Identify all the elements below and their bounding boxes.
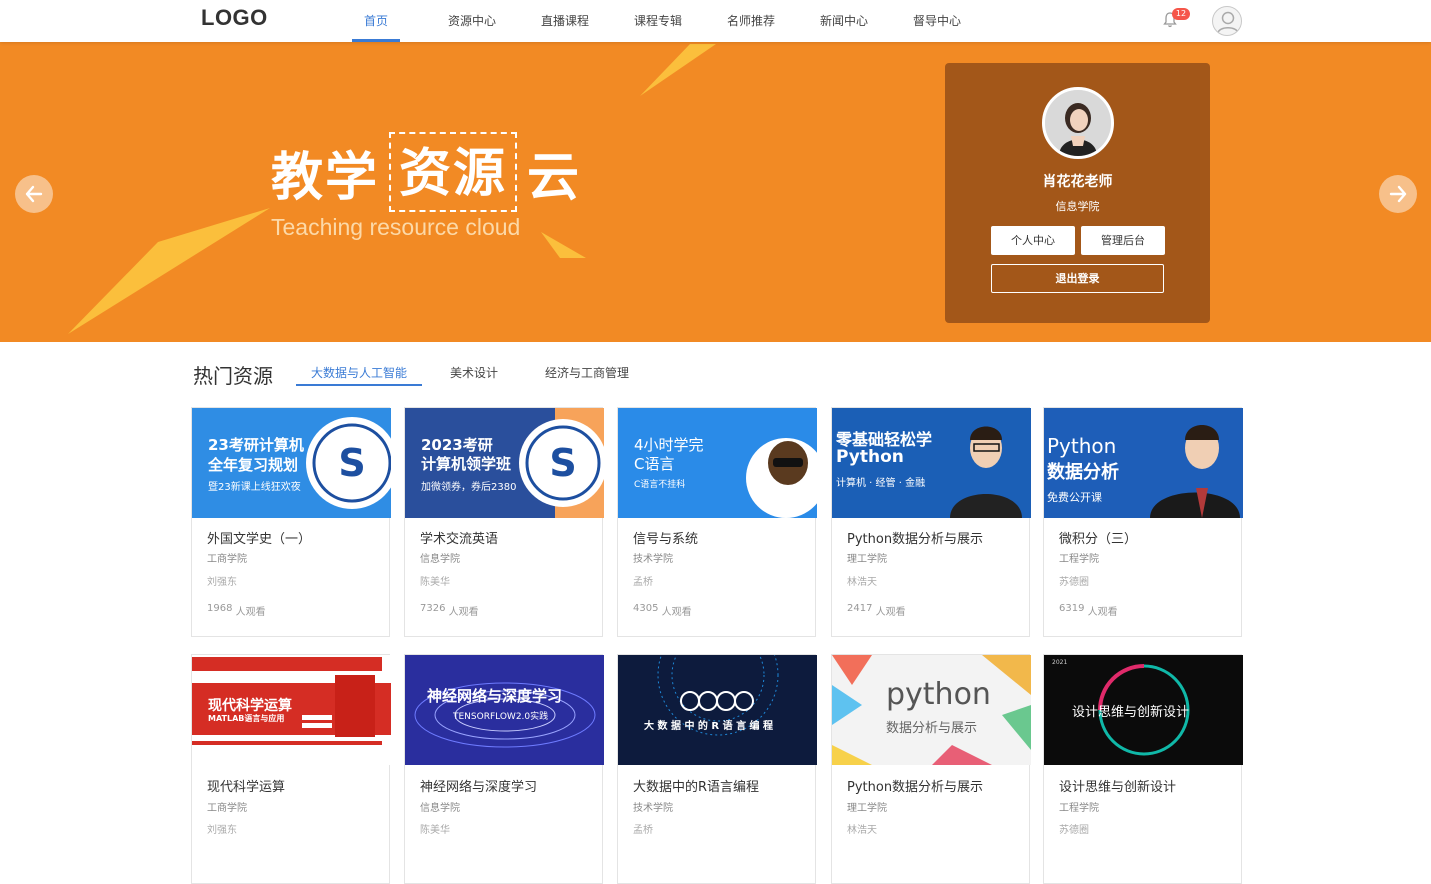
resource-card[interactable]: 神经网络与深度学习 TENSORFLOW2.0实践 神经网络与深度学习 信息学院… <box>404 654 604 884</box>
banner-subtitle: Teaching resource cloud <box>271 214 521 240</box>
course-thumbnail: 现代科学运算 MATLAB语言与应用 <box>192 655 391 765</box>
card-teacher: 陈美华 <box>420 577 450 588</box>
card-title[interactable]: Python数据分析与展示 <box>847 776 983 795</box>
nav-teachers[interactable]: 名师推荐 <box>715 0 787 42</box>
course-thumbnail: 神经网络与深度学习 TENSORFLOW2.0实践 <box>405 655 604 765</box>
card-dept: 理工学院 <box>847 554 887 565</box>
nav-news[interactable]: 新闻中心 <box>808 0 880 42</box>
arrow-right-icon <box>1389 185 1407 203</box>
card-dept: 信息学院 <box>420 554 460 565</box>
card-teacher: 苏德圈 <box>1059 825 1089 836</box>
card-views: 1968 人观看 <box>207 603 266 618</box>
card-teacher: 刘强东 <box>207 577 237 588</box>
logout-button[interactable]: 退出登录 <box>991 264 1164 293</box>
card-views: 2417 人观看 <box>847 603 906 618</box>
course-thumbnail: S 23考研计算机 全年复习规划 暨23新课上线狂欢夜 <box>192 408 391 518</box>
course-thumbnail: 零基础轻松学 Python 计算机 · 经管 · 金融 <box>832 408 1031 518</box>
course-thumbnail: python 数据分析与展示 <box>832 655 1031 765</box>
card-teacher: 林浩天 <box>847 825 877 836</box>
card-teacher: 陈美华 <box>420 825 450 836</box>
card-dept: 工商学院 <box>207 554 247 565</box>
card-dept: 信息学院 <box>420 803 460 814</box>
card-dept: 技术学院 <box>633 803 673 814</box>
card-dept: 工商学院 <box>207 803 247 814</box>
course-thumbnail: 2021 设计思维与创新设计 <box>1044 655 1243 765</box>
card-title[interactable]: 神经网络与深度学习 <box>420 776 537 795</box>
course-thumbnail: 4小时学完 C语言 C语言不挂科 <box>618 408 817 518</box>
profile-card: 肖花花老师 信息学院 个人中心 管理后台 退出登录 <box>945 63 1210 323</box>
card-teacher: 刘强东 <box>207 825 237 836</box>
admin-backend-button[interactable]: 管理后台 <box>1081 226 1165 255</box>
banner-decoration <box>68 44 716 334</box>
teacher-name: 肖花花老师 <box>1042 174 1113 190</box>
resource-card[interactable]: Python 数据分析 免费公开课 微积分（三） 工程学院 苏德圈 6319 人… <box>1043 407 1243 637</box>
arrow-left-icon <box>25 185 43 203</box>
logo[interactable]: LOGO <box>201 5 268 31</box>
resource-card[interactable]: 4小时学完 C语言 C语言不挂科 信号与系统 技术学院 孟桥 4305 人观看 <box>617 407 817 637</box>
banner-title-right: 云 <box>527 147 582 208</box>
card-title[interactable]: 信号与系统 <box>633 528 698 547</box>
card-dept: 理工学院 <box>847 803 887 814</box>
card-title[interactable]: 外国文学史（一） <box>207 528 311 547</box>
resource-card[interactable]: S 2023考研 计算机领学班 加微领券，券后2380 学术交流英语 信息学院 … <box>404 407 604 637</box>
course-thumbnail: S 2023考研 计算机领学班 加微领券，券后2380 <box>405 408 604 518</box>
banner-prev-arrow[interactable] <box>15 175 53 213</box>
tab-economics-management[interactable]: 经济与工商管理 <box>545 364 629 386</box>
course-thumbnail: Python 数据分析 免费公开课 <box>1044 408 1243 518</box>
resource-card[interactable]: S 23考研计算机 全年复习规划 暨23新课上线狂欢夜 外国文学史（一） 工商学… <box>191 407 391 637</box>
resource-card[interactable]: python 数据分析与展示 Python数据分析与展示 理工学院 林浩天 <box>831 654 1031 884</box>
resource-card[interactable]: 大 数 据 中 的 R 语 言 编 程 大数据中的R语言编程 技术学院 孟桥 <box>617 654 817 884</box>
nav-live-courses[interactable]: 直播课程 <box>529 0 601 42</box>
teacher-avatar <box>1042 87 1114 159</box>
card-title[interactable]: 学术交流英语 <box>420 528 498 547</box>
banner-title-boxed: 资源 <box>389 132 518 212</box>
nav-home[interactable]: 首页 <box>352 0 400 42</box>
nav-resources[interactable]: 资源中心 <box>436 0 508 42</box>
nav-supervision[interactable]: 督导中心 <box>901 0 973 42</box>
svg-text:S: S <box>549 441 576 485</box>
card-dept: 工程学院 <box>1059 803 1099 814</box>
main-nav: 首页 资源中心 直播课程 课程专辑 名师推荐 新闻中心 督导中心 <box>352 0 973 42</box>
card-dept: 技术学院 <box>633 554 673 565</box>
card-teacher: 林浩天 <box>847 577 877 588</box>
banner-next-arrow[interactable] <box>1379 175 1417 213</box>
card-teacher: 孟桥 <box>633 577 653 588</box>
card-teacher: 苏德圈 <box>1059 577 1089 588</box>
personal-center-button[interactable]: 个人中心 <box>991 226 1075 255</box>
nav-course-albums[interactable]: 课程专辑 <box>622 0 694 42</box>
banner-title-left: 教学 <box>271 147 380 208</box>
teacher-dept: 信息学院 <box>1055 200 1100 213</box>
hero-banner: 教学 资源 云 Teaching resource cloud 肖花花老师 信息… <box>0 42 1431 342</box>
tab-big-data-ai[interactable]: 大数据与人工智能 <box>296 364 422 386</box>
card-title[interactable]: 现代科学运算 <box>207 776 285 795</box>
card-title[interactable]: 大数据中的R语言编程 <box>633 776 759 795</box>
card-views: 4305 人观看 <box>633 603 692 618</box>
notification-badge: 12 <box>1172 8 1190 20</box>
resource-card[interactable]: 零基础轻松学 Python 计算机 · 经管 · 金融 Python数据分析与展… <box>831 407 1031 637</box>
card-title[interactable]: Python数据分析与展示 <box>847 528 983 547</box>
card-views: 6319 人观看 <box>1059 603 1118 618</box>
card-title[interactable]: 设计思维与创新设计 <box>1059 776 1176 795</box>
resource-card[interactable]: 现代科学运算 MATLAB语言与应用 现代科学运算 工商学院 刘强东 <box>191 654 391 884</box>
course-thumbnail: 大 数 据 中 的 R 语 言 编 程 <box>618 655 817 765</box>
card-dept: 工程学院 <box>1059 554 1099 565</box>
card-title[interactable]: 微积分（三） <box>1059 528 1137 547</box>
banner-title: 教学 资源 云 <box>271 132 581 212</box>
user-avatar-icon[interactable] <box>1212 6 1242 36</box>
resource-card[interactable]: 2021 设计思维与创新设计 设计思维与创新设计 工程学院 苏德圈 <box>1043 654 1243 884</box>
card-teacher: 孟桥 <box>633 825 653 836</box>
top-header: LOGO 首页 资源中心 直播课程 课程专辑 名师推荐 新闻中心 督导中心 12 <box>0 0 1431 42</box>
svg-text:S: S <box>338 441 365 485</box>
section-title: 热门资源 <box>193 364 273 388</box>
tab-art-design[interactable]: 美术设计 <box>450 364 498 386</box>
card-views: 7326 人观看 <box>420 603 479 618</box>
